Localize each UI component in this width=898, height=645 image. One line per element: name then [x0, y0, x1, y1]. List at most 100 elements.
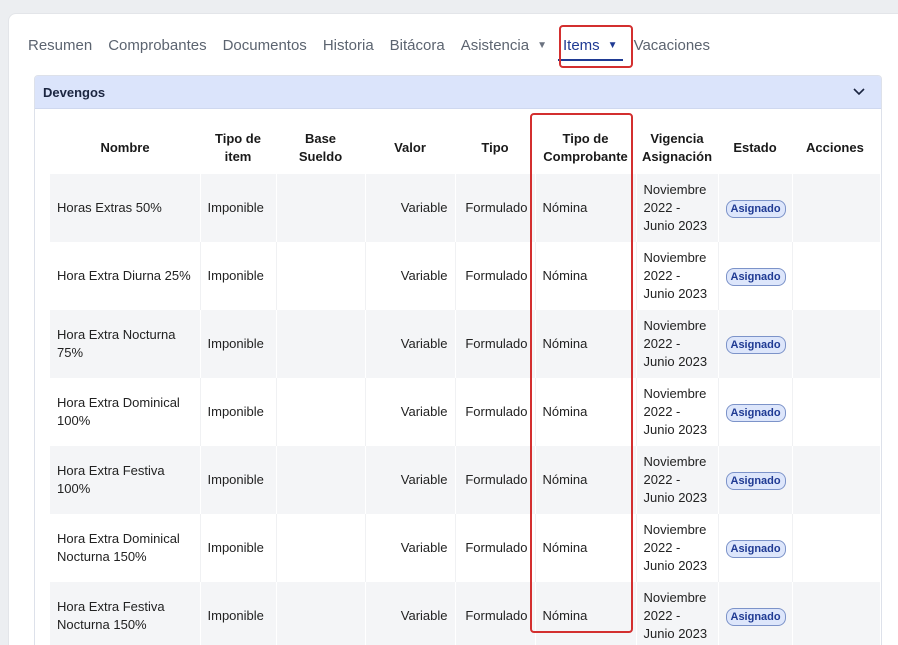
cell-estado: Asignado	[717, 310, 792, 378]
table-row: Hora Extra Dominical 100% Imponible Vari…	[50, 378, 880, 446]
cell-acciones	[791, 174, 880, 242]
cell-estado: Asignado	[717, 514, 792, 582]
cell-tipo-comprobante: Nómina	[534, 446, 636, 514]
tab-label: Bitácora	[389, 36, 445, 54]
cell-acciones	[791, 582, 880, 645]
cell-acciones	[791, 242, 880, 310]
tab-label: Resumen	[28, 36, 93, 54]
status-badge: Asignado	[725, 471, 786, 490]
cell-estado: Asignado	[717, 378, 792, 446]
cell-tipo-item: Imponible	[199, 174, 276, 242]
cell-valor: Variable	[364, 446, 455, 514]
cell-tipo: Formulado	[454, 514, 535, 582]
header-valor[interactable]: Valor	[365, 122, 455, 174]
cell-vigencia: Noviembre 2022 - Junio 2023	[635, 174, 718, 242]
chevron-down-icon[interactable]	[851, 84, 867, 100]
table-row: Hora Extra Festiva 100% Imponible Variab…	[50, 446, 880, 514]
cell-tipo-item: Imponible	[199, 446, 276, 514]
cell-tipo-item: Imponible	[199, 310, 276, 378]
cell-tipo-comprobante: Nómina	[534, 582, 636, 645]
panel-title: Devengos	[43, 84, 106, 100]
header-tipo[interactable]: Tipo	[455, 122, 535, 174]
tab-label: Items	[562, 36, 600, 54]
cell-valor: Variable	[364, 514, 455, 582]
tab-items[interactable]: Items ▼	[555, 25, 626, 65]
tab-vacaciones[interactable]: Vacaciones	[626, 25, 718, 65]
cell-acciones	[791, 310, 880, 378]
header-nombre[interactable]: Nombre	[50, 122, 200, 174]
panel-body: Nombre Tipo de item Base Sueldo Valor Tipo…	[35, 109, 881, 645]
cell-tipo: Formulado	[454, 378, 535, 446]
caret-down-icon: ▼	[537, 39, 547, 51]
header-estado[interactable]: Estado	[718, 122, 792, 174]
tab-asistencia[interactable]: Asistencia ▼	[453, 25, 555, 65]
cell-acciones	[791, 514, 880, 582]
tab-label: Historia	[322, 36, 374, 54]
cell-tipo-comprobante: Nómina	[534, 514, 636, 582]
table-row: Hora Extra Dominical Nocturna 150% Impon…	[50, 514, 880, 582]
tab-label: Vacaciones	[633, 36, 711, 54]
status-badge: Asignado	[725, 199, 786, 218]
cell-tipo: Formulado	[454, 310, 535, 378]
cell-vigencia: Noviembre 2022 - Junio 2023	[635, 242, 718, 310]
cell-valor: Variable	[364, 174, 455, 242]
cell-tipo-comprobante: Nómina	[534, 174, 636, 242]
cell-nombre: Hora Extra Diurna 25%	[50, 242, 200, 310]
cell-tipo-item: Imponible	[199, 514, 276, 582]
cell-estado: Asignado	[717, 174, 792, 242]
tab-comprobantes[interactable]: Comprobantes	[100, 25, 214, 65]
header-vigencia[interactable]: Vigencia Asignación	[636, 122, 718, 174]
table-header-row: Nombre Tipo de item Base Sueldo Valor Tipo…	[50, 122, 880, 174]
table-row: Hora Extra Festiva Nocturna 150% Imponib…	[50, 582, 880, 645]
cell-vigencia: Noviembre 2022 - Junio 2023	[635, 514, 718, 582]
cell-estado: Asignado	[717, 582, 792, 645]
items-table: Nombre Tipo de item Base Sueldo Valor Tipo…	[50, 122, 880, 645]
panel-header[interactable]: Devengos	[35, 76, 881, 109]
tab-bitacora[interactable]: Bitácora	[382, 25, 453, 65]
cell-tipo-item: Imponible	[199, 378, 276, 446]
cell-tipo-comprobante: Nómina	[534, 378, 636, 446]
cell-valor: Variable	[364, 242, 455, 310]
table-row: Horas Extras 50% Imponible Variable Form…	[50, 174, 880, 242]
cell-tipo: Formulado	[454, 242, 535, 310]
table-row: Hora Extra Nocturna 75% Imponible Variab…	[50, 310, 880, 378]
caret-down-icon: ▼	[607, 39, 618, 51]
cell-vigencia: Noviembre 2022 - Junio 2023	[635, 446, 718, 514]
cell-tipo-comprobante: Nómina	[534, 310, 636, 378]
status-badge: Asignado	[725, 267, 786, 286]
header-tipo-comprobante[interactable]: Tipo de Comprobante	[535, 122, 636, 174]
cell-tipo-item: Imponible	[199, 582, 276, 645]
cell-valor: Variable	[364, 378, 455, 446]
cell-acciones	[791, 378, 880, 446]
cell-base-sueldo	[275, 310, 365, 378]
cell-base-sueldo	[275, 242, 365, 310]
cell-base-sueldo	[275, 174, 365, 242]
devengos-panel: Devengos Nombre Tipo de item Base Sueldo…	[34, 75, 882, 645]
cell-vigencia: Noviembre 2022 - Junio 2023	[635, 582, 718, 645]
status-badge: Asignado	[725, 539, 786, 558]
header-tipo-item[interactable]: Tipo de item	[200, 122, 276, 174]
cell-base-sueldo	[275, 514, 365, 582]
tab-historia[interactable]: Historia	[315, 25, 382, 65]
status-badge: Asignado	[725, 607, 786, 626]
cell-tipo: Formulado	[454, 582, 535, 645]
header-acciones: Acciones	[792, 122, 880, 174]
cell-valor: Variable	[364, 582, 455, 645]
cell-vigencia: Noviembre 2022 - Junio 2023	[635, 378, 718, 446]
tab-documentos[interactable]: Documentos	[215, 25, 315, 65]
cell-acciones	[791, 446, 880, 514]
tab-label: Documentos	[222, 36, 307, 54]
tab-label: Asistencia	[460, 36, 530, 54]
cell-valor: Variable	[364, 310, 455, 378]
tab-resumen[interactable]: Resumen	[20, 25, 100, 65]
header-base-sueldo[interactable]: Base Sueldo	[276, 122, 365, 174]
cell-base-sueldo	[275, 378, 365, 446]
cell-tipo-comprobante: Nómina	[534, 242, 636, 310]
tab-label: Comprobantes	[108, 36, 207, 54]
status-badge: Asignado	[725, 403, 786, 422]
cell-nombre: Hora Extra Dominical Nocturna 150%	[50, 514, 200, 582]
table-row: Hora Extra Diurna 25% Imponible Variable…	[50, 242, 880, 310]
cell-nombre: Hora Extra Festiva 100%	[50, 446, 200, 514]
cell-tipo-item: Imponible	[199, 242, 276, 310]
cell-nombre: Hora Extra Nocturna 75%	[50, 310, 200, 378]
